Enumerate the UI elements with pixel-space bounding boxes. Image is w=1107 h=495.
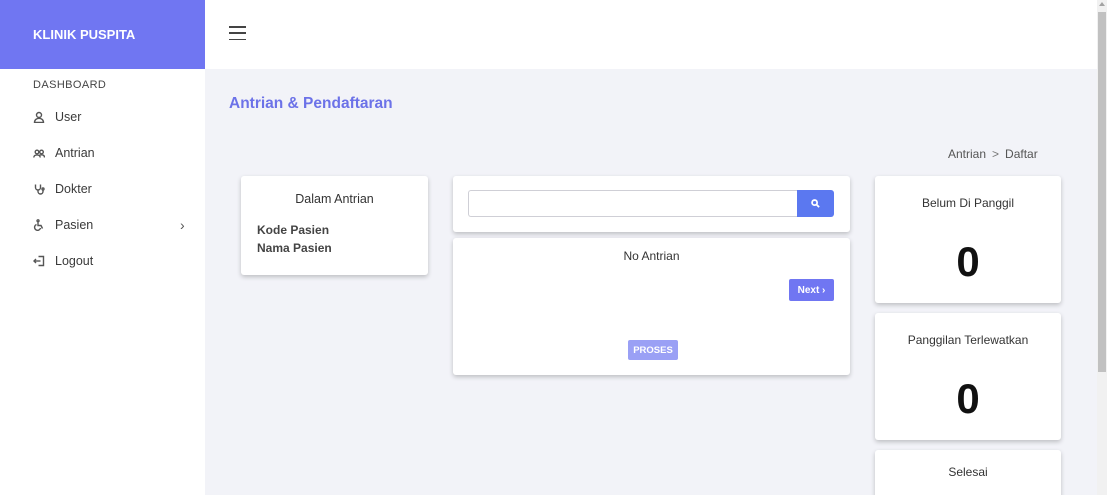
stethoscope-icon [33,183,51,195]
breadcrumb-current: Daftar [1005,147,1038,161]
sidebar-item-pasien[interactable]: Pasien › [0,207,205,243]
nav-section-header: DASHBOARD [33,79,107,91]
proses-button[interactable]: PROSES [628,340,678,360]
sidebar-item-label: Dokter [55,182,92,196]
queue-number-card: No Antrian Next › PROSES [453,238,850,375]
sidebar-item-label: Logout [55,254,94,268]
accessibility-icon [33,219,51,231]
stat-title: Belum Di Panggil [921,196,1015,210]
stat-card-selesai: Selesai [875,450,1061,495]
queue-number-title: No Antrian [623,249,680,263]
sidebar-item-label: Pasien [55,218,94,232]
search-button[interactable] [797,190,834,217]
users-icon [33,147,51,159]
search-icon [811,196,820,211]
breadcrumb-parent[interactable]: Antrian [948,147,986,161]
brand-logo[interactable]: KLINIK PUSPITA [0,0,205,69]
page-scrollbar[interactable] [1097,0,1107,495]
user-icon [33,111,51,123]
kode-pasien-label: Kode Pasien [257,223,330,237]
sidebar: KLINIK PUSPITA DASHBOARD User Antrian Do… [0,0,205,495]
search-card [453,176,850,232]
stat-value: 0 [956,238,980,285]
stat-title: Panggilan Terlewatkan [907,333,1029,347]
nama-pasien-label: Nama Pasien [257,241,332,255]
next-button[interactable]: Next › [789,279,834,301]
sidebar-item-label: User [55,110,82,124]
breadcrumb: Antrian > Daftar [948,147,1038,161]
stat-card-panggilan-terlewatkan: Panggilan Terlewatkan 0 [875,313,1061,440]
scrollbar-thumb[interactable] [1098,12,1106,372]
sidebar-item-dokter[interactable]: Dokter [0,171,205,207]
sidebar-item-label: Antrian [55,146,95,160]
hamburger-icon[interactable] [229,26,246,40]
search-input[interactable] [468,190,797,217]
sidebar-item-logout[interactable]: Logout [0,243,205,279]
logout-icon [33,255,51,267]
scroll-up-arrow-icon[interactable] [1099,2,1105,6]
queue-info-card: Dalam Antrian Kode Pasien Nama Pasien [241,176,428,275]
breadcrumb-separator: > [992,147,1000,161]
page-title: Antrian & Pendaftaran [229,95,393,112]
sidebar-item-user[interactable]: User [0,99,205,135]
stat-value: 0 [956,375,980,422]
top-navbar [205,0,1097,69]
stat-card-belum-dipanggil: Belum Di Panggil 0 [875,176,1061,303]
stat-title: Selesai [948,465,988,479]
sidebar-item-antrian[interactable]: Antrian [0,135,205,171]
queue-card-title: Dalam Antrian [295,192,374,206]
chevron-right-icon: › [180,217,185,233]
